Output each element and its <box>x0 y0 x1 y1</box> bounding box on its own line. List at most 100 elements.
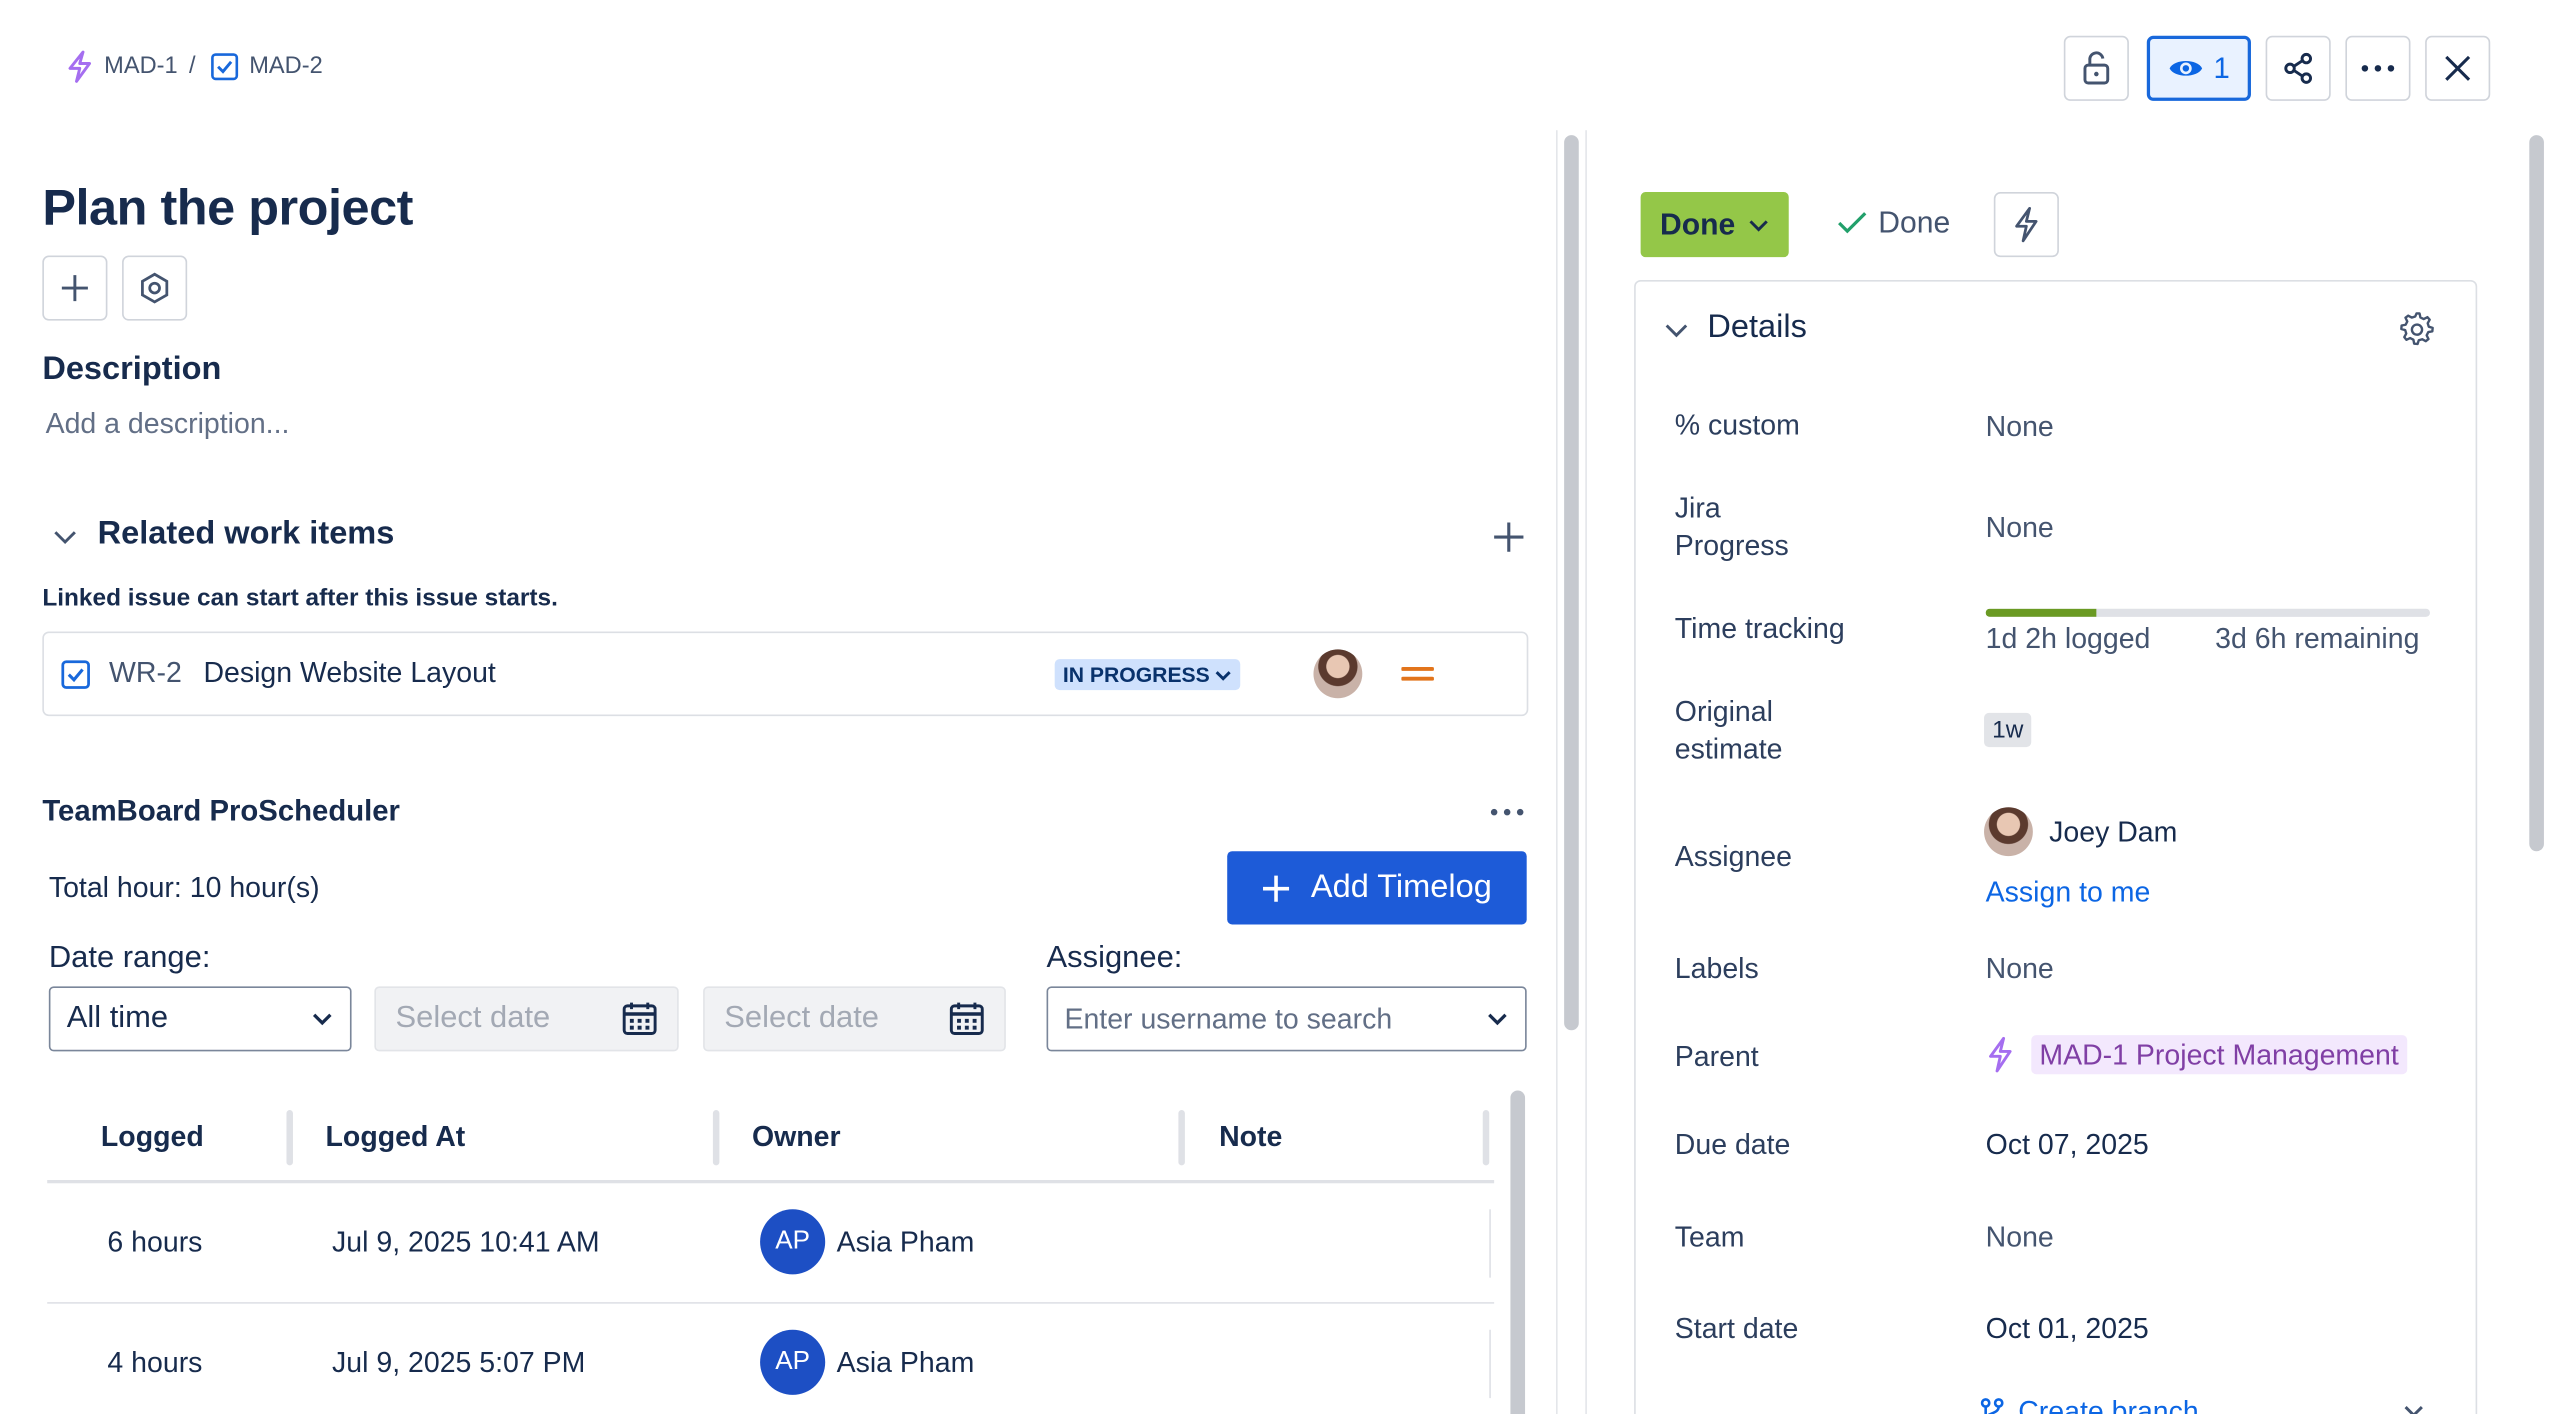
breadcrumb-current-link[interactable]: MAD-2 <box>249 54 322 80</box>
watch-button[interactable]: 1 <box>2146 35 2251 101</box>
parent-lozenge[interactable]: MAD-1 Project Management <box>2031 1035 2407 1075</box>
assignee-filter-label: Assignee: <box>1046 940 1183 975</box>
pane-divider-right <box>1585 130 1587 1414</box>
table-row[interactable]: 4 hours Jul 9, 2025 5:07 PM AP Asia Pham <box>47 1304 1494 1414</box>
automation-button[interactable] <box>1993 192 2059 258</box>
date-range-label: Date range: <box>48 940 211 975</box>
collapse-related-toggle[interactable] <box>52 521 78 554</box>
linked-issue-status-label: IN PROGRESS <box>1062 662 1210 687</box>
linked-issue-summary[interactable]: Design Website Layout <box>203 656 495 690</box>
description-field[interactable]: Add a description... <box>46 407 290 441</box>
plus-icon <box>1491 519 1527 555</box>
end-date-picker[interactable]: Select date <box>703 986 1006 1052</box>
plus-icon <box>1262 873 1291 902</box>
issue-title[interactable]: Plan the project <box>42 179 413 238</box>
column-resizer[interactable] <box>1482 1110 1490 1166</box>
status-button[interactable]: Done <box>1640 192 1789 258</box>
row-owner: Asia Pham <box>836 1225 975 1259</box>
gear-icon <box>2399 311 2435 347</box>
add-related-button[interactable] <box>1491 519 1527 555</box>
chevron-down-icon <box>311 1011 334 1027</box>
status-label: Done <box>1659 206 1736 241</box>
task-icon <box>60 659 91 690</box>
field-value-team[interactable]: None <box>1986 1219 2054 1256</box>
assignee-name[interactable]: Joey Dam <box>2049 814 2177 851</box>
table-scrollbar[interactable] <box>1510 1090 1526 1414</box>
collapse-details-toggle[interactable] <box>1663 316 1689 345</box>
avatar: AP <box>760 1329 826 1395</box>
epic-icon <box>1986 1036 2015 1073</box>
chevron-down-icon <box>1215 667 1233 683</box>
create-branch-label: Create branch <box>2018 1394 2199 1414</box>
date-range-select[interactable]: All time <box>48 986 352 1052</box>
details-heading: Details <box>1707 309 1807 346</box>
field-value-original-estimate[interactable]: 1w <box>1984 712 2032 748</box>
more-actions-button[interactable] <box>2345 35 2411 101</box>
linked-issue-assignee-avatar[interactable] <box>1313 649 1363 699</box>
related-heading: Related work items <box>97 515 395 552</box>
field-value-due-date[interactable]: Oct 07, 2025 <box>1986 1126 2149 1163</box>
time-logged: 1d 2h logged <box>1985 621 2151 655</box>
assign-to-me-link[interactable]: Assign to me <box>1986 874 2151 911</box>
add-timelog-button[interactable]: Add Timelog <box>1227 851 1527 925</box>
column-resizer[interactable] <box>1178 1110 1185 1166</box>
linked-issue-key[interactable]: WR-2 <box>109 656 182 690</box>
field-value-start-date[interactable]: Oct 01, 2025 <box>1986 1310 2149 1347</box>
field-label-start-date: Start date <box>1674 1311 1799 1345</box>
create-branch-link[interactable]: Create branch <box>1979 1395 2199 1414</box>
field-label-due-date: Due date <box>1674 1127 1791 1161</box>
field-value-jira-progress[interactable]: None <box>1986 509 2054 546</box>
close-button[interactable] <box>2425 35 2491 101</box>
total-hours: Total hour: 10 hour(s) <box>48 870 320 904</box>
field-value-labels[interactable]: None <box>1986 951 2054 988</box>
field-value-custom[interactable]: None <box>1986 409 2054 446</box>
column-resizer[interactable] <box>712 1110 720 1166</box>
linked-issue-row[interactable]: WR-2 Design Website Layout IN PROGRESS <box>42 631 1529 717</box>
share-button[interactable] <box>2265 35 2331 101</box>
linked-issue-status[interactable]: IN PROGRESS <box>1054 659 1241 691</box>
add-button[interactable] <box>42 255 108 321</box>
time-remaining: 3d 6h remaining <box>2215 621 2420 655</box>
breadcrumb-parent-link[interactable]: MAD-1 <box>104 54 177 80</box>
end-date-placeholder: Select date <box>724 1000 880 1036</box>
column-header-note[interactable]: Note <box>1219 1120 1282 1154</box>
time-tracking-bar[interactable] <box>1985 608 2431 617</box>
assignee-filter-select[interactable]: Enter username to search <box>1046 986 1527 1052</box>
column-header-logged[interactable]: Logged <box>101 1120 204 1154</box>
add-timelog-label: Add Timelog <box>1310 869 1492 905</box>
row-logged-at: Jul 9, 2025 10:41 AM <box>332 1225 600 1259</box>
chevron-down-icon <box>1486 1011 1509 1027</box>
field-label-labels: Labels <box>1674 952 1759 985</box>
branch-icon <box>1979 1396 2005 1414</box>
restrict-button[interactable] <box>2063 35 2129 101</box>
column-resizer[interactable] <box>286 1110 293 1166</box>
field-label-jira-progress-1: Jira <box>1674 491 1721 525</box>
apps-button[interactable] <box>122 255 188 321</box>
time-tracking-fill <box>1985 608 2097 617</box>
field-label-assignee: Assignee <box>1674 839 1792 873</box>
field-label-original-estimate-2: estimate <box>1674 732 1783 765</box>
field-label-custom: % custom <box>1674 408 1800 442</box>
column-header-owner[interactable]: Owner <box>752 1120 841 1154</box>
details-settings-button[interactable] <box>2399 311 2435 347</box>
start-date-placeholder: Select date <box>395 1000 551 1036</box>
breadcrumb-separator: / <box>189 53 196 80</box>
main-scrollbar[interactable] <box>1564 135 1579 1031</box>
date-range-value: All time <box>66 1000 169 1036</box>
details-scrollbar[interactable] <box>2529 135 2544 852</box>
chevron-down-icon <box>1663 316 1689 345</box>
column-header-logged-at[interactable]: Logged At <box>326 1120 466 1154</box>
chevron-down-icon <box>1748 217 1769 232</box>
watch-count: 1 <box>2213 51 2230 84</box>
table-row[interactable]: 6 hours Jul 9, 2025 10:41 AM AP Asia Pha… <box>47 1183 1494 1303</box>
scheduler-more-button[interactable] <box>1489 807 1525 817</box>
field-label-parent: Parent <box>1674 1040 1759 1073</box>
row-owner: Asia Pham <box>836 1346 975 1379</box>
resolution-label: Done <box>1878 205 1951 240</box>
start-date-picker[interactable]: Select date <box>374 986 679 1052</box>
priority-medium-icon <box>1401 664 1434 684</box>
create-branch-chevron[interactable] <box>2402 1403 2425 1414</box>
row-logged: 6 hours <box>107 1225 203 1259</box>
assignee-avatar[interactable] <box>1984 807 2033 857</box>
chevron-down-icon <box>52 521 78 554</box>
